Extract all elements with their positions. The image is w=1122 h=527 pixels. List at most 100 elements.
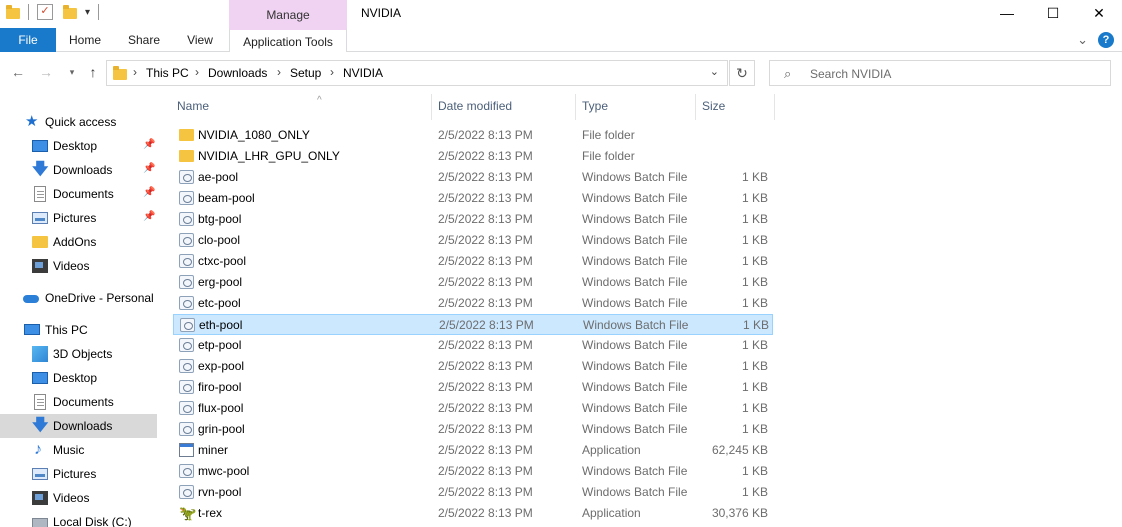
file-type: Windows Batch File (582, 212, 688, 226)
up-button[interactable]: ↑ (85, 62, 101, 82)
folder-icon[interactable] (6, 5, 20, 19)
properties-icon[interactable]: ✓ (37, 4, 53, 20)
column-header-type[interactable]: Type (582, 92, 694, 120)
customize-toolbar-icon[interactable]: ▾ (85, 7, 90, 18)
column-header-size[interactable]: Size (702, 92, 772, 120)
sidebar-item-label: 3D Objects (53, 347, 113, 361)
file-date-modified: 2/5/2022 8:13 PM (438, 254, 533, 268)
file-row[interactable]: eth-pool 2/5/2022 8:13 PM Windows Batch Fi… (173, 314, 773, 335)
title-bar: ✓ ▾ Manage NVIDIA — ☐ ✕ (0, 0, 1122, 28)
breadcrumb-nvidia[interactable]: NVIDIA (343, 66, 383, 80)
file-row[interactable]: etc-pool 2/5/2022 8:13 PM Windows Batch Fi… (173, 293, 773, 314)
file-row[interactable]: ctxc-pool 2/5/2022 8:13 PM Windows Batch F… (173, 251, 773, 272)
file-row[interactable]: btg-pool 2/5/2022 8:13 PM Windows Batch Fi… (173, 209, 773, 230)
close-button[interactable]: ✕ (1076, 0, 1122, 28)
pin-icon[interactable]: 📌 (143, 211, 155, 222)
sidebar-item-videos[interactable]: Videos (0, 254, 157, 278)
tab-share[interactable]: Share (118, 28, 170, 52)
navigation-pane: ★ Quick access Desktop 📌 🡇 Downloads 📌 D… (0, 92, 157, 527)
sidebar-item-3d-objects[interactable]: 3D Objects (0, 342, 157, 366)
sidebar-item-onedrive[interactable]: OneDrive - Personal (0, 286, 157, 310)
breadcrumb-downloads[interactable]: Downloads (208, 66, 267, 80)
column-divider[interactable] (575, 94, 576, 120)
sidebar-item-pictures[interactable]: Pictures (0, 462, 157, 486)
file-row[interactable]: etp-pool 2/5/2022 8:13 PM Windows Batch Fi… (173, 335, 773, 356)
file-row[interactable]: flux-pool 2/5/2022 8:13 PM Windows Batch F… (173, 398, 773, 419)
file-row[interactable]: NVIDIA_LHR_GPU_ONLY 2/5/2022 8:13 PM File … (173, 146, 773, 167)
sidebar-item-downloads[interactable]: 🡇 Downloads (0, 414, 157, 438)
tab-file[interactable]: File (0, 28, 56, 52)
pin-icon[interactable]: 📌 (143, 139, 155, 150)
sidebar-item-addons[interactable]: AddOns (0, 230, 157, 254)
sidebar-item-desktop[interactable]: Desktop (0, 366, 157, 390)
sidebar-item-label: This PC (45, 323, 88, 337)
tab-application-tools[interactable]: Application Tools (229, 28, 347, 52)
file-row[interactable]: erg-pool 2/5/2022 8:13 PM Windows Batch Fi… (173, 272, 773, 293)
file-row[interactable]: mwc-pool 2/5/2022 8:13 PM Windows Batch Fi… (173, 461, 773, 482)
file-row[interactable]: 🦖 t-rex 2/5/2022 8:13 PM Application 30,376 … (173, 503, 773, 524)
column-divider[interactable] (431, 94, 432, 120)
chevron-right-icon[interactable]: › (330, 65, 334, 79)
forward-button[interactable]: → (38, 62, 54, 82)
maximize-button[interactable]: ☐ (1030, 0, 1076, 28)
new-folder-icon[interactable] (63, 5, 77, 19)
chevron-right-icon[interactable]: › (195, 65, 199, 79)
file-type: Windows Batch File (582, 170, 688, 184)
file-type: Application (582, 443, 641, 457)
documents-icon (34, 186, 46, 202)
tab-home[interactable]: Home (60, 28, 110, 52)
sidebar-item-desktop[interactable]: Desktop 📌 (0, 134, 157, 158)
chevron-right-icon[interactable]: › (133, 65, 137, 79)
file-row[interactable]: ae-pool 2/5/2022 8:13 PM Windows Batch Fil… (173, 167, 773, 188)
file-row[interactable]: clo-pool 2/5/2022 8:13 PM Windows Batch Fi… (173, 230, 773, 251)
recent-locations-button[interactable]: ▾ (64, 62, 80, 82)
file-row[interactable]: rvn-pool 2/5/2022 8:13 PM Windows Batch Fi… (173, 482, 773, 503)
sidebar-item-videos[interactable]: Videos (0, 486, 157, 510)
search-box[interactable]: ⌕ Search NVIDIA (769, 60, 1111, 86)
sidebar-item-local-disk[interactable]: Local Disk (C:) (0, 510, 157, 527)
chevron-right-icon[interactable]: › (277, 65, 281, 79)
file-row[interactable]: grin-pool 2/5/2022 8:13 PM Windows Batch F… (173, 419, 773, 440)
file-type: Windows Batch File (582, 275, 688, 289)
sidebar-item-music[interactable]: ♪ Music (0, 438, 157, 462)
file-row[interactable]: firo-pool 2/5/2022 8:13 PM Windows Batch F… (173, 377, 773, 398)
file-row[interactable]: beam-pool 2/5/2022 8:13 PM Windows Batch F… (173, 188, 773, 209)
sidebar-item-quick-access[interactable]: ★ Quick access (0, 110, 157, 134)
chevron-down-icon[interactable]: ⌄ (710, 65, 719, 78)
desktop-icon (32, 140, 48, 152)
sidebar-item-label: Downloads (53, 163, 113, 177)
back-button[interactable]: ← (10, 62, 26, 82)
column-divider[interactable] (774, 94, 775, 120)
batch-file-icon (179, 212, 194, 226)
sidebar-item-this-pc[interactable]: This PC (0, 318, 157, 342)
minimize-button[interactable]: — (984, 0, 1030, 28)
tab-manage[interactable]: Manage (229, 0, 347, 28)
toolbar-divider (98, 4, 100, 20)
refresh-button[interactable]: ↻ (729, 60, 755, 86)
column-divider[interactable] (695, 94, 696, 120)
pin-icon[interactable]: 📌 (143, 187, 155, 198)
file-date-modified: 2/5/2022 8:13 PM (438, 149, 533, 163)
file-row[interactable]: exp-pool 2/5/2022 8:13 PM Windows Batch Fi… (173, 356, 773, 377)
breadcrumb-setup[interactable]: Setup (290, 66, 321, 80)
sidebar-item-label: Downloads (53, 419, 113, 433)
search-input[interactable]: Search NVIDIA (810, 67, 891, 81)
sidebar-item-pictures[interactable]: Pictures 📌 (0, 206, 157, 230)
sidebar-item-downloads[interactable]: 🡇 Downloads 📌 (0, 158, 157, 182)
file-date-modified: 2/5/2022 8:13 PM (438, 485, 533, 499)
file-date-modified: 2/5/2022 8:13 PM (438, 128, 533, 142)
file-row[interactable]: NVIDIA_1080_ONLY 2/5/2022 8:13 PM File fol… (173, 125, 773, 146)
help-icon[interactable]: ? (1098, 32, 1114, 48)
column-label: Name (177, 99, 210, 113)
column-header-date[interactable]: Date modified (438, 92, 576, 120)
address-bar[interactable]: › This PC › Downloads › Setup › NVIDIA ⌄ (106, 60, 728, 86)
sidebar-item-documents[interactable]: Documents (0, 390, 157, 414)
batch-file-icon (179, 380, 194, 394)
tab-view[interactable]: View (176, 28, 224, 52)
sidebar-item-documents[interactable]: Documents 📌 (0, 182, 157, 206)
breadcrumb-this-pc[interactable]: This PC (146, 66, 189, 80)
file-row[interactable]: miner 2/5/2022 8:13 PM Application 62,245 K… (173, 440, 773, 461)
column-header-name[interactable]: Name ^ (177, 92, 429, 120)
collapse-ribbon-icon[interactable]: ⌄ (1077, 32, 1088, 48)
pin-icon[interactable]: 📌 (143, 163, 155, 174)
